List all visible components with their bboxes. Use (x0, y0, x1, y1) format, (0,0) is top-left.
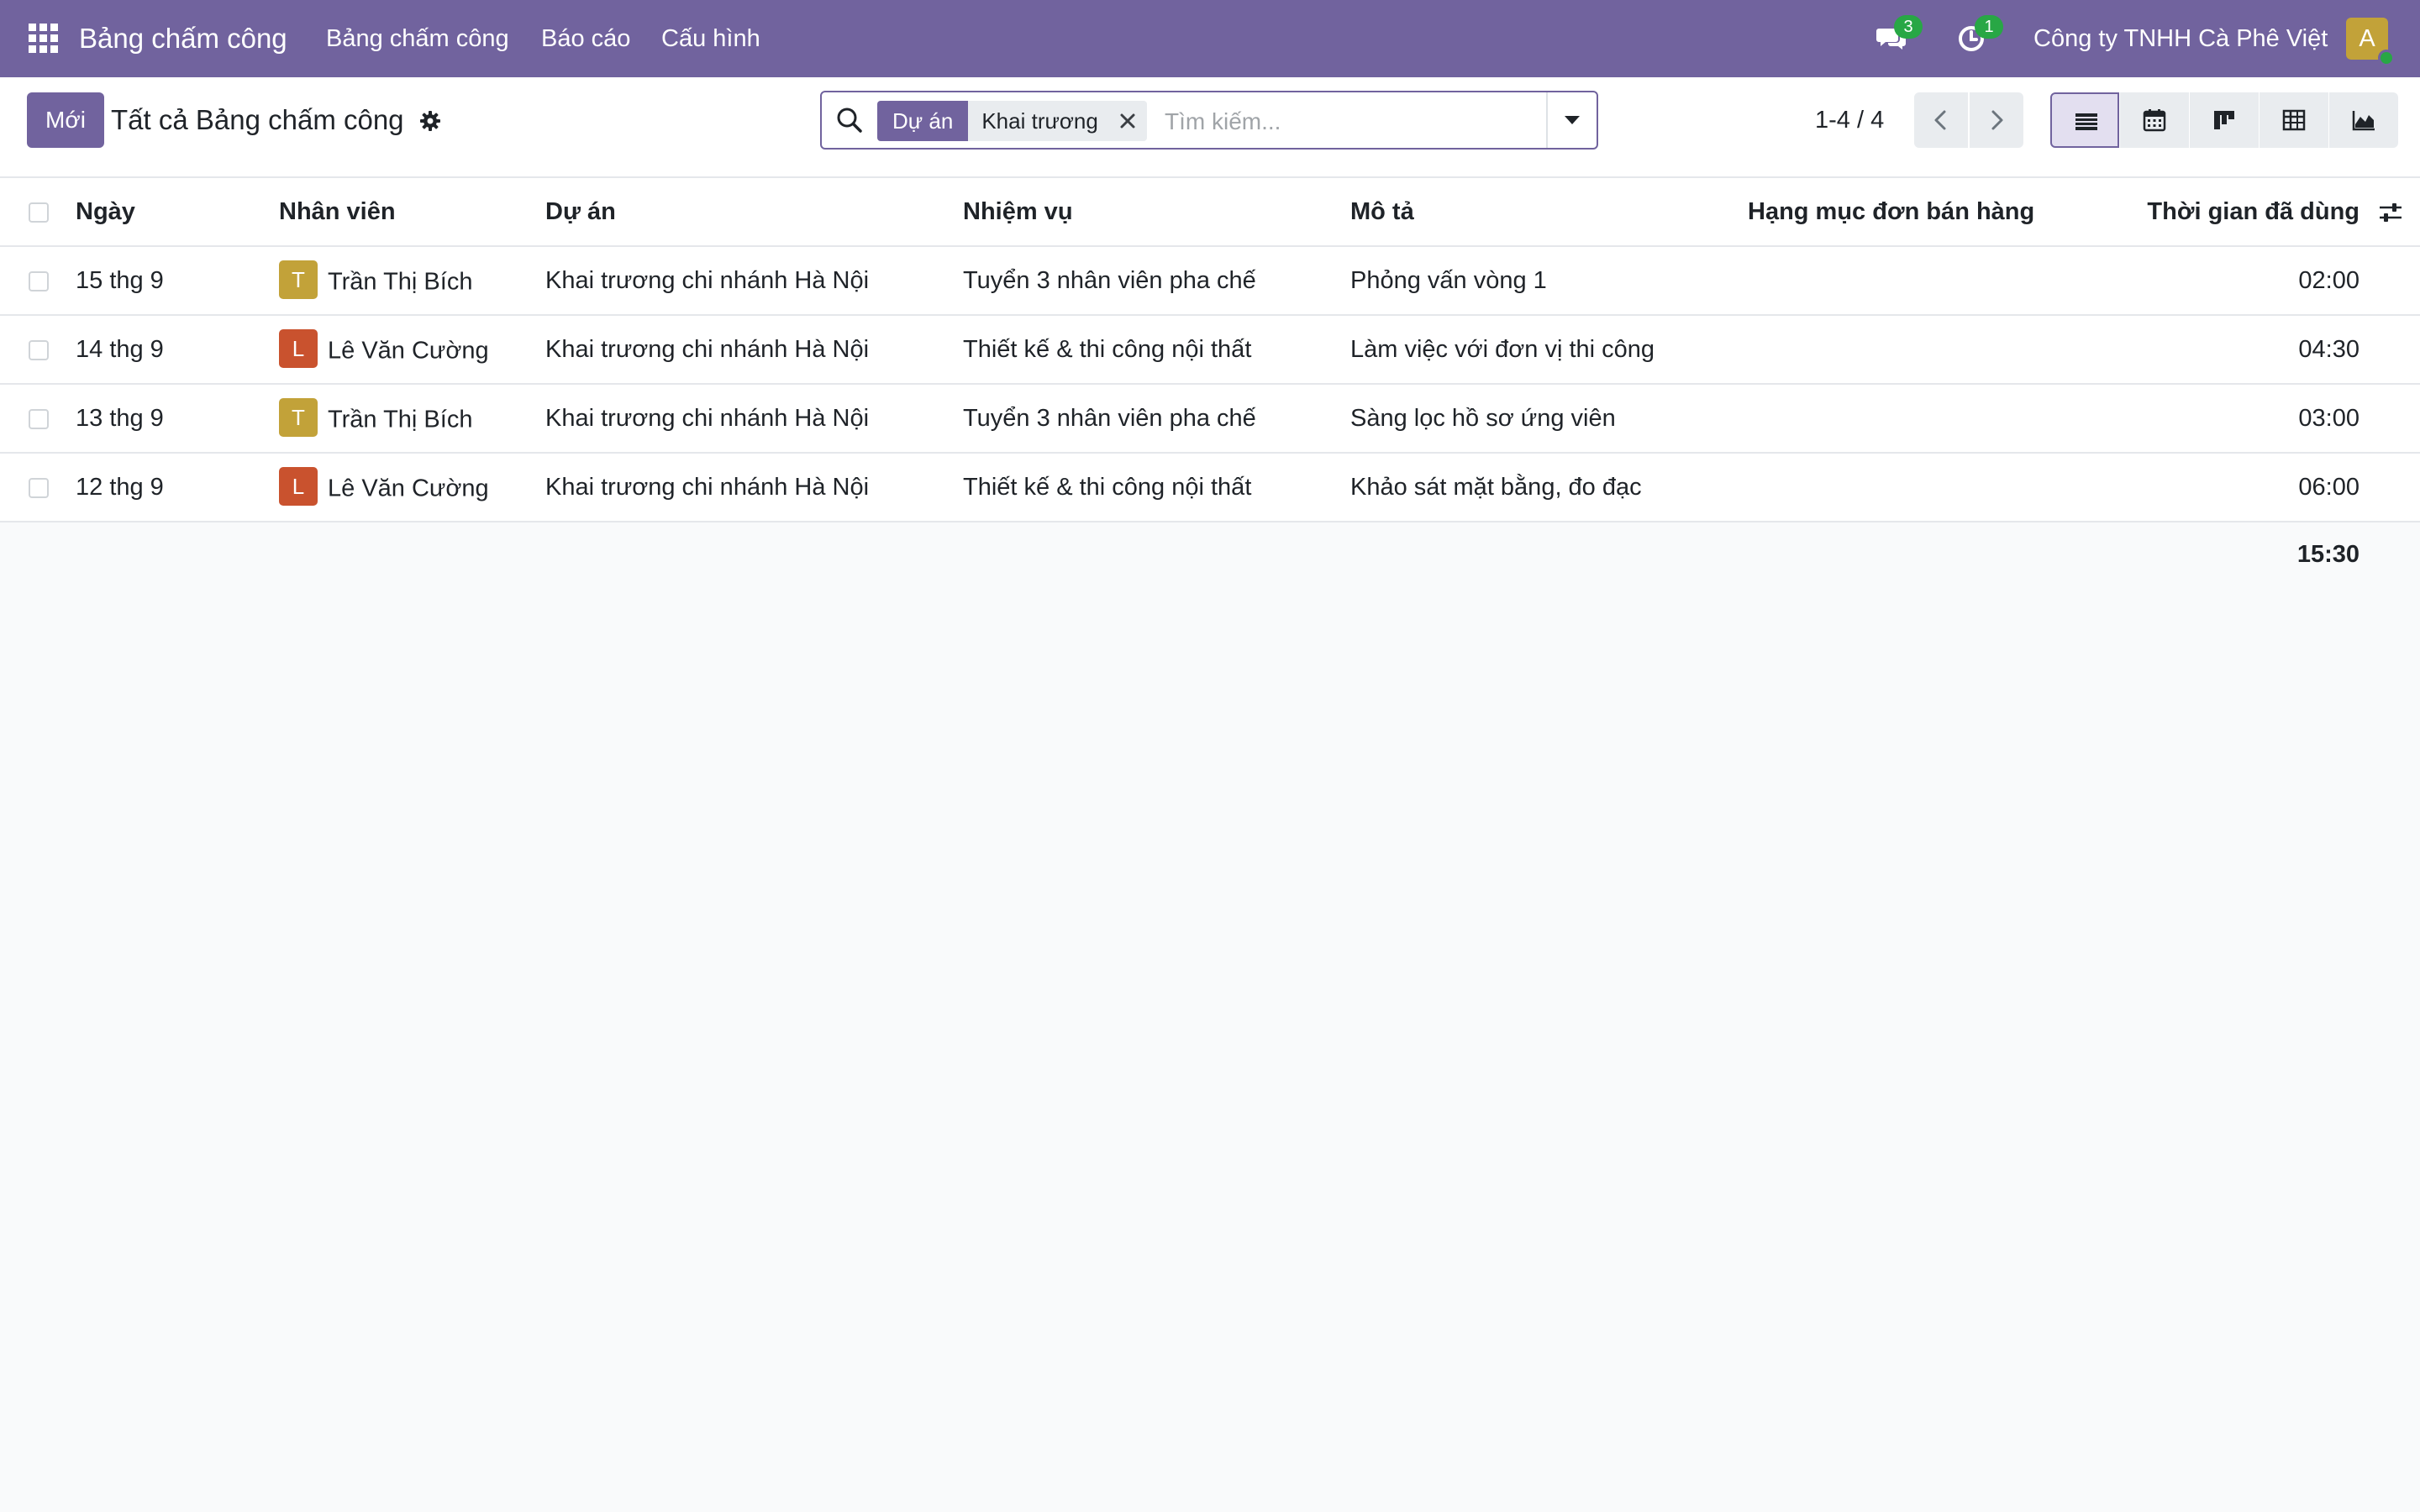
employee-name: Trần Thị Bích (328, 406, 473, 433)
calendar-view-icon (2143, 109, 2166, 132)
company-switcher[interactable]: Công ty TNHH Cà Phê Việt (2033, 0, 2328, 77)
table-header: Ngày Nhân viên Dự án Nhiệm vụ Mô tả Hạng… (0, 178, 2420, 247)
chevron-right-icon (1991, 110, 2003, 130)
search-input[interactable] (1163, 102, 1519, 141)
cell-time-spent: 06:00 (2298, 474, 2360, 501)
cell-time-spent: 03:00 (2298, 405, 2360, 432)
search-icon[interactable] (835, 106, 864, 134)
cell-date: 12 thg 9 (76, 474, 164, 501)
employee-avatar: L (279, 467, 318, 507)
list-view-icon (2075, 113, 2097, 130)
caret-down-icon (1565, 116, 1580, 124)
messages-count-badge: 3 (1894, 15, 1923, 39)
close-icon[interactable] (1118, 112, 1137, 130)
table-row[interactable]: 15 thg 9 T Trần Thị Bích Khai trương chi … (0, 247, 2420, 316)
activities-count-badge: 1 (1975, 15, 2003, 39)
user-avatar[interactable]: A (2346, 18, 2395, 66)
table-row[interactable]: 14 thg 9 L Lê Văn Cường Khai trương chi n… (0, 316, 2420, 385)
cell-description: Phỏng vấn vòng 1 (1350, 267, 1547, 294)
kanban-view-button[interactable] (2190, 92, 2259, 148)
select-all-checkbox[interactable] (29, 202, 49, 223)
cell-employee: L Lê Văn Cường (279, 454, 489, 521)
list-view-button[interactable] (2050, 92, 2119, 148)
top-navbar: Bảng chấm công Bảng chấm công Báo cáo Cấ… (0, 0, 2420, 77)
facet-label: Dự án (877, 101, 969, 141)
pivot-view-icon (2282, 109, 2306, 131)
menu-item-timesheets[interactable]: Bảng chấm công (326, 0, 509, 77)
employee-name: Trần Thị Bích (328, 268, 473, 296)
control-panel: Mới Tất cả Bảng chấm công Dự án Khai trư… (0, 77, 2420, 178)
search-facet[interactable]: Dự án Khai trương (877, 101, 1147, 141)
search-options-toggle[interactable] (1546, 92, 1597, 148)
cell-task: Tuyển 3 nhân viên pha chế (963, 405, 1256, 432)
calendar-view-button[interactable] (2120, 92, 2189, 148)
cell-employee: L Lê Văn Cường (279, 316, 489, 383)
employee-avatar: T (279, 260, 318, 300)
cell-employee: T Trần Thị Bích (279, 385, 472, 452)
cell-task: Tuyển 3 nhân viên pha chế (963, 267, 1256, 294)
row-checkbox[interactable] (29, 478, 49, 498)
cell-project: Khai trương chi nhánh Hà Nội (545, 336, 870, 363)
apps-menu-icon[interactable] (29, 24, 59, 54)
column-settings-icon[interactable] (2378, 200, 2403, 225)
cell-time-spent: 04:30 (2298, 336, 2360, 363)
pivot-view-button[interactable] (2260, 92, 2328, 148)
facet-value-wrapper: Khai trương (968, 101, 1147, 141)
column-header-description[interactable]: Mô tả (1350, 178, 1414, 245)
gear-icon[interactable] (418, 109, 442, 133)
cell-project: Khai trương chi nhánh Hà Nội (545, 267, 870, 294)
cell-date: 14 thg 9 (76, 336, 164, 363)
online-status-dot (2378, 50, 2395, 66)
table-row[interactable]: 13 thg 9 T Trần Thị Bích Khai trương chi … (0, 385, 2420, 454)
row-checkbox[interactable] (29, 271, 49, 291)
graph-view-icon (2352, 111, 2375, 131)
column-header-time-spent[interactable]: Thời gian đã dùng (2134, 178, 2360, 245)
view-switcher (2050, 92, 2398, 148)
cell-date: 15 thg 9 (76, 267, 164, 294)
cell-date: 13 thg 9 (76, 405, 164, 432)
page-title: Tất cả Bảng chấm công (111, 104, 404, 135)
cell-description: Làm việc với đơn vị thi công (1350, 336, 1655, 363)
employee-name: Lê Văn Cường (328, 337, 489, 365)
row-checkbox[interactable] (29, 409, 49, 429)
search-bar: Dự án Khai trương (820, 91, 1598, 150)
activity-clock-icon[interactable]: 1 (1956, 15, 2003, 55)
column-header-sale-order-item[interactable]: Hạng mục đơn bán hàng (1748, 178, 2034, 245)
menu-item-configuration[interactable]: Cấu hình (661, 0, 760, 77)
user-initial: A (2359, 25, 2375, 52)
chevron-left-icon (1934, 110, 1946, 130)
column-header-employee[interactable]: Nhân viên (279, 178, 396, 245)
employee-avatar: T (279, 398, 318, 438)
row-checkbox[interactable] (29, 340, 49, 360)
cell-description: Khảo sát mặt bằng, đo đạc (1350, 474, 1642, 501)
total-time-spent: 15:30 (2296, 541, 2360, 568)
cell-description: Sàng lọc hồ sơ ứng viên (1350, 405, 1616, 432)
column-header-task[interactable]: Nhiệm vụ (963, 178, 1073, 245)
employee-name: Lê Văn Cường (328, 475, 489, 502)
cell-task: Thiết kế & thi công nội thất (963, 474, 1252, 501)
pager-value[interactable]: 1-4 / 4 (1815, 92, 1884, 148)
graph-view-button[interactable] (2329, 92, 2398, 148)
facet-value: Khai trương (981, 108, 1098, 134)
messages-icon[interactable]: 3 (1876, 15, 1923, 55)
cell-project: Khai trương chi nhánh Hà Nội (545, 405, 870, 432)
new-button[interactable]: Mới (27, 92, 104, 148)
pager-next-button[interactable] (1970, 92, 2023, 148)
kanban-view-icon (2214, 111, 2234, 129)
menu-item-reporting[interactable]: Báo cáo (541, 0, 630, 77)
employee-avatar: L (279, 329, 318, 369)
app-name[interactable]: Bảng chấm công (79, 0, 287, 77)
pager-previous-button[interactable] (1914, 92, 1968, 148)
cell-task: Thiết kế & thi công nội thất (963, 336, 1252, 363)
cell-employee: T Trần Thị Bích (279, 247, 472, 314)
cell-time-spent: 02:00 (2298, 267, 2360, 294)
cell-project: Khai trương chi nhánh Hà Nội (545, 474, 870, 501)
column-header-date[interactable]: Ngày (76, 178, 135, 245)
column-header-project[interactable]: Dự án (545, 178, 616, 245)
table-row[interactable]: 12 thg 9 L Lê Văn Cường Khai trương chi n… (0, 454, 2420, 522)
